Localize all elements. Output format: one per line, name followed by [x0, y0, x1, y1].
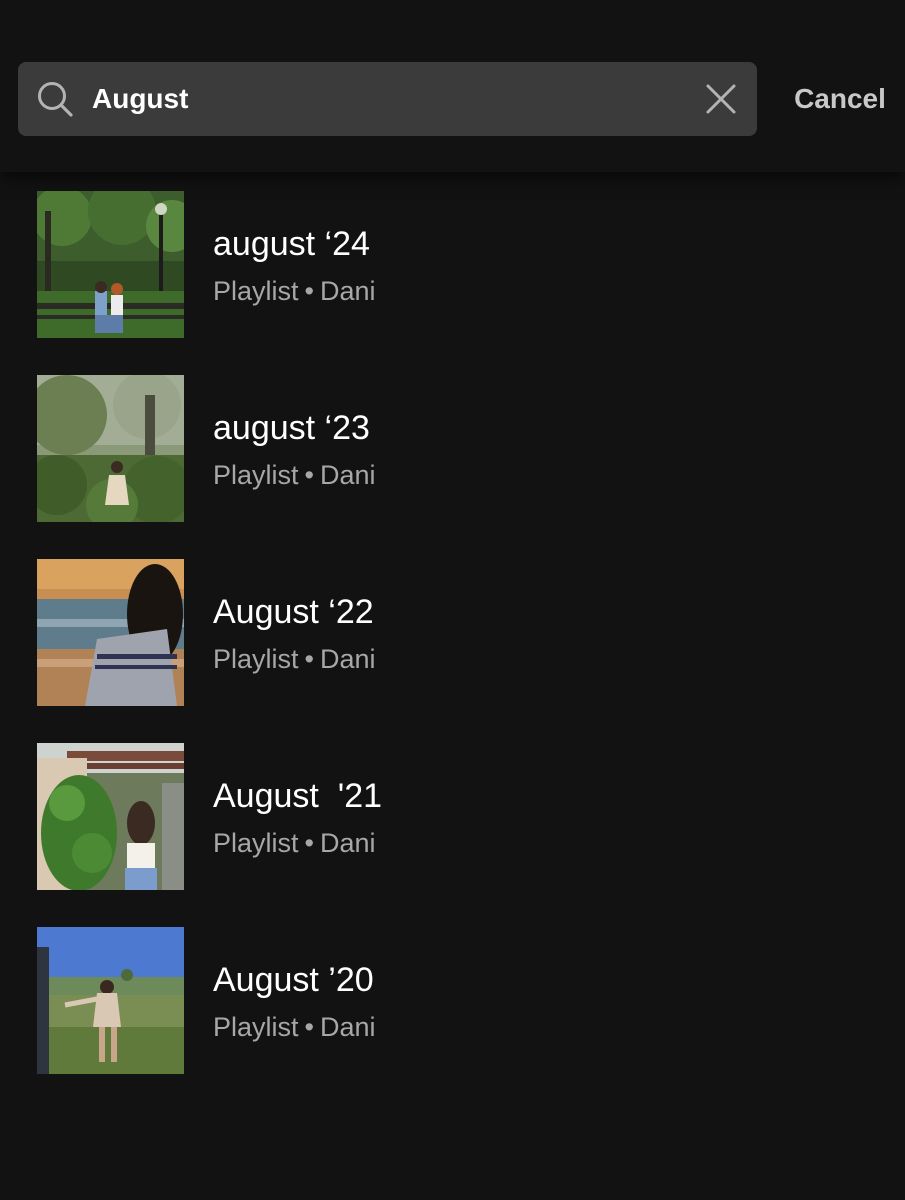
playlist-result-item[interactable]: August ’20 Playlist • Dani	[0, 927, 905, 1087]
playlist-subtitle: Playlist • Dani	[213, 1012, 376, 1043]
playlist-title: august ‘23	[213, 409, 370, 447]
playlist-cover-image	[37, 927, 184, 1074]
playlist-subtitle: Playlist • Dani	[213, 460, 376, 491]
playlist-owner: Dani	[319, 644, 376, 674]
playlist-cover-image	[37, 743, 184, 890]
playlist-type: Playlist	[213, 1012, 299, 1042]
playlist-type: Playlist	[213, 644, 299, 674]
separator-dot: •	[304, 644, 314, 674]
close-icon[interactable]	[705, 83, 737, 115]
playlist-result-item[interactable]: august ‘23 Playlist • Dani	[0, 375, 905, 535]
playlist-owner: Dani	[319, 276, 376, 306]
playlist-owner: Dani	[319, 828, 376, 858]
playlist-type: Playlist	[213, 460, 299, 490]
separator-dot: •	[304, 276, 314, 306]
playlist-type: Playlist	[213, 276, 299, 306]
playlist-title: August ‘22	[213, 593, 374, 631]
separator-dot: •	[304, 1012, 314, 1042]
search-icon	[38, 82, 73, 117]
playlist-cover-image	[37, 375, 184, 522]
playlist-subtitle: Playlist • Dani	[213, 276, 376, 307]
playlist-cover-image	[37, 191, 184, 338]
cancel-button[interactable]: Cancel	[780, 62, 900, 136]
separator-dot: •	[304, 828, 314, 858]
playlist-owner: Dani	[319, 460, 376, 490]
playlist-subtitle: Playlist • Dani	[213, 644, 376, 675]
playlist-title: August '21	[213, 777, 383, 815]
playlist-title: august ‘24	[213, 225, 370, 263]
playlist-result-item[interactable]: August '21 Playlist • Dani	[0, 743, 905, 903]
separator-dot: •	[304, 460, 314, 490]
playlist-result-item[interactable]: August ‘22 Playlist • Dani	[0, 559, 905, 719]
playlist-subtitle: Playlist • Dani	[213, 828, 376, 859]
search-input[interactable]	[92, 62, 682, 136]
playlist-result-item[interactable]: august ‘24 Playlist • Dani	[0, 191, 905, 351]
playlist-title: August ’20	[213, 961, 374, 999]
playlist-cover-image	[37, 559, 184, 706]
playlist-type: Playlist	[213, 828, 299, 858]
playlist-owner: Dani	[319, 1012, 376, 1042]
search-box[interactable]	[18, 62, 757, 136]
search-header: Cancel	[0, 0, 905, 172]
